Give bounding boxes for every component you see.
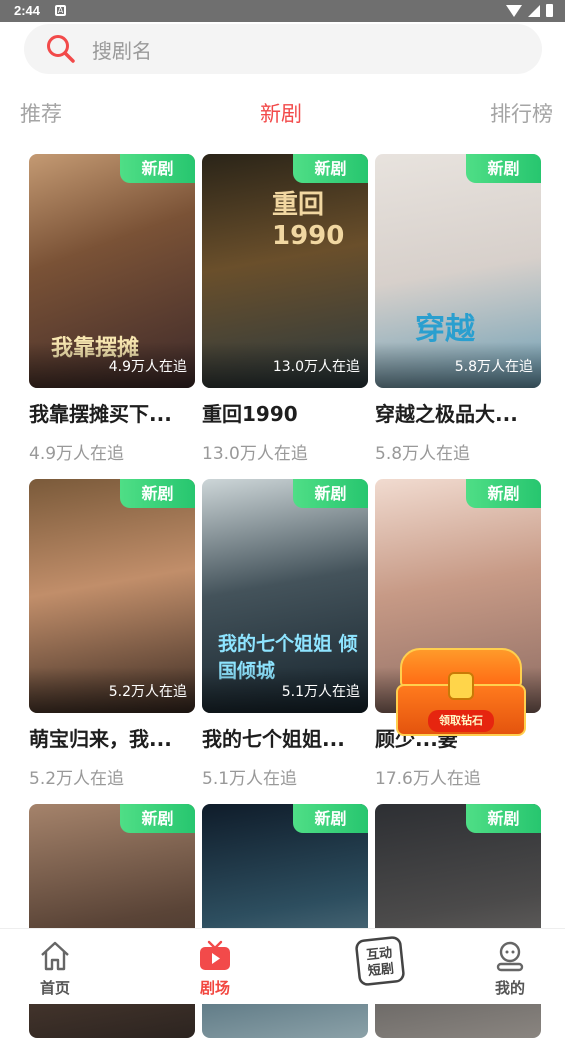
nav-home[interactable]: 首页	[10, 929, 100, 998]
drama-poster[interactable]: 我的七个姐姐 倾国倾城 新剧 5.1万人在追	[202, 479, 368, 713]
drama-card[interactable]: 我的七个姐姐 倾国倾城 新剧 5.1万人在追 我的七个姐姐... 5.1万人在追	[202, 479, 368, 789]
new-badge: 新剧	[466, 154, 541, 183]
drama-card[interactable]: 我靠摆摊 新剧 4.9万人在追 我靠摆摊买下... 4.9万人在追	[29, 154, 195, 464]
nav-theater[interactable]: 剧场	[170, 929, 260, 998]
drama-poster[interactable]: 穿越 新剧 5.8万人在追	[375, 154, 541, 388]
tab-new-drama[interactable]: 新剧	[260, 98, 302, 128]
notification-icon: A	[55, 5, 66, 16]
drama-card[interactable]: 新剧 5.2万人在追 萌宝归来，我... 5.2万人在追	[29, 479, 195, 789]
drama-poster[interactable]: 我靠摆摊 新剧 4.9万人在追	[29, 154, 195, 388]
chest-lock-icon	[448, 672, 474, 700]
follow-count: 5.1万人在追	[202, 769, 298, 789]
new-badge: 新剧	[120, 154, 195, 183]
drama-title[interactable]: 我的七个姐姐...	[202, 723, 368, 752]
follow-count: 5.2万人在追	[29, 769, 125, 789]
tab-ranking[interactable]: 排行榜	[490, 98, 553, 128]
new-badge: 新剧	[120, 804, 195, 833]
overlay-follow-count: 13.0万人在追	[272, 359, 360, 375]
poster-overlay: 5.1万人在追	[202, 667, 368, 713]
nav-interactive-drama[interactable]: 互动短剧	[335, 929, 425, 993]
profile-icon	[496, 941, 524, 972]
drama-poster[interactable]: 重回1990 新剧 13.0万人在追	[202, 154, 368, 388]
bottom-navigation: 首页 剧场 互动短剧 我的	[0, 928, 565, 1004]
status-bar: 2:44 A	[0, 0, 565, 22]
interactive-drama-text-1: 互动短剧	[366, 946, 395, 980]
nav-profile[interactable]: 我的	[465, 929, 555, 998]
drama-card[interactable]: 穿越 新剧 5.8万人在追 穿越之极品大... 5.8万人在追	[375, 154, 541, 464]
new-badge: 新剧	[293, 479, 368, 508]
chest-label: 领取钻石	[428, 710, 494, 732]
new-badge: 新剧	[466, 804, 541, 833]
category-tabs: 推荐 新剧 排行榜	[0, 98, 565, 128]
overlay-follow-count: 5.8万人在追	[454, 359, 533, 375]
drama-card[interactable]: 重回1990 新剧 13.0万人在追 重回1990 13.0万人在追	[202, 154, 368, 464]
tab-recommend[interactable]: 推荐	[20, 98, 62, 128]
drama-poster[interactable]: 新剧 5.2万人在追	[29, 479, 195, 713]
search-icon	[47, 35, 75, 63]
follow-count: 5.8万人在追	[375, 444, 471, 464]
follow-count: 4.9万人在追	[29, 444, 125, 464]
drama-title[interactable]: 我靠摆摊买下...	[29, 398, 195, 427]
drama-title[interactable]: 萌宝归来，我...	[29, 723, 195, 752]
signal-icon	[528, 4, 540, 17]
drama-title[interactable]: 穿越之极品大...	[375, 398, 541, 427]
poster-overlay: 5.8万人在追	[375, 342, 541, 388]
nav-home-label: 首页	[39, 979, 70, 997]
tv-icon	[200, 940, 230, 970]
poster-overlay: 4.9万人在追	[29, 342, 195, 388]
battery-icon	[546, 4, 553, 17]
system-icons	[506, 4, 553, 17]
home-icon	[41, 941, 69, 971]
overlay-follow-count: 5.1万人在追	[281, 684, 360, 700]
overlay-follow-count: 4.9万人在追	[108, 359, 187, 375]
interactive-drama-icon: 互动短剧	[355, 936, 405, 986]
search-placeholder: 搜剧名	[92, 38, 152, 63]
new-badge: 新剧	[293, 804, 368, 833]
nav-theater-label: 剧场	[199, 979, 230, 997]
treasure-chest-button[interactable]: 领取钻石	[396, 648, 526, 744]
search-bar[interactable]: 搜剧名	[24, 24, 542, 74]
nav-profile-label: 我的	[494, 979, 525, 997]
wifi-icon	[506, 4, 522, 17]
new-badge: 新剧	[120, 479, 195, 508]
new-badge: 新剧	[293, 154, 368, 183]
drama-title[interactable]: 重回1990	[202, 398, 368, 427]
status-time: 2:44	[14, 3, 41, 18]
follow-count: 13.0万人在追	[202, 444, 308, 464]
poster-overlay: 5.2万人在追	[29, 667, 195, 713]
poster-overlay: 13.0万人在追	[202, 342, 368, 388]
overlay-follow-count: 5.2万人在追	[108, 684, 187, 700]
poster-art-text: 重回1990	[272, 190, 345, 251]
new-badge: 新剧	[466, 479, 541, 508]
follow-count: 17.6万人在追	[375, 769, 481, 789]
